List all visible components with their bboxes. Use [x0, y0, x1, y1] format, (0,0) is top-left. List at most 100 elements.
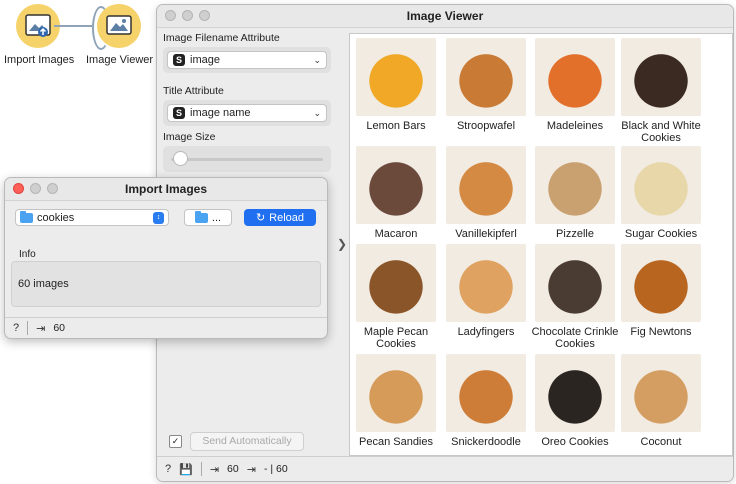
image-thumbnail	[446, 146, 526, 224]
browse-label: ...	[211, 211, 222, 224]
image-caption: Macaron	[374, 228, 418, 240]
image-caption: Stroopwafel	[456, 120, 516, 132]
title-attr-group: Title Attribute S image name ⌄	[163, 85, 331, 126]
slider-track	[171, 158, 323, 161]
image-tile[interactable]: Chocolate Crinkle Cookies	[531, 244, 619, 350]
viewer-titlebar[interactable]: Image Viewer	[157, 5, 733, 28]
filename-attr-label: Image Filename Attribute	[163, 32, 280, 44]
image-viewer-icon	[97, 4, 141, 48]
image-caption: Madeleines	[546, 120, 604, 132]
reload-icon: ↻	[255, 212, 266, 224]
import-titlebar[interactable]: Import Images	[5, 178, 327, 201]
image-caption: Coconut	[640, 436, 682, 448]
zoom-window-button[interactable]	[47, 183, 58, 194]
image-thumbnail	[535, 244, 615, 322]
image-caption: Chocolate Crinkle Cookies	[531, 326, 619, 350]
minimize-window-button[interactable]	[182, 10, 193, 21]
image-grid[interactable]: Lemon Bars Stroopwafel Madeleines Black and…	[349, 33, 733, 456]
image-caption: Fig Newtons	[630, 326, 692, 338]
title-attr-combo[interactable]: S image name ⌄	[167, 104, 327, 122]
browse-button[interactable]: ...	[184, 209, 232, 226]
image-thumbnail	[535, 354, 615, 432]
collapse-arrow-icon[interactable]: ❯	[337, 237, 347, 251]
import-status-count: 60	[53, 322, 66, 334]
import-images-window: Import Images cookies ↕ ... ↻ Reload Inf…	[4, 177, 328, 339]
image-caption: Vanillekipferl	[455, 228, 517, 240]
help-icon[interactable]: ?	[13, 322, 19, 334]
image-size-slider[interactable]	[163, 146, 331, 172]
image-caption: Pecan Sandies	[359, 436, 433, 448]
image-caption: Sugar Cookies	[624, 228, 698, 240]
folder-value: cookies	[37, 211, 75, 224]
updown-chevron-icon: ↕	[153, 211, 164, 224]
image-size-label: Image Size	[163, 131, 216, 143]
image-thumbnail	[356, 38, 436, 116]
image-viewer-node[interactable]: Image Viewer	[86, 4, 154, 66]
image-tile[interactable]: Coconut	[617, 354, 705, 448]
image-tile[interactable]: Oreo Cookies	[531, 354, 619, 448]
info-label: Info	[19, 249, 36, 260]
viewer-title: Image Viewer	[406, 9, 484, 23]
image-tile[interactable]: Maple Pecan Cookies	[352, 244, 440, 350]
image-thumbnail	[621, 354, 701, 432]
image-tile[interactable]: Vanillekipferl	[442, 146, 530, 240]
image-caption: Oreo Cookies	[541, 436, 609, 448]
folder-combo[interactable]: cookies ↕	[15, 209, 169, 226]
filename-attr-combo[interactable]: S image ⌄	[167, 51, 327, 69]
viewer-input-count: 60	[227, 463, 239, 475]
image-caption: Lemon Bars	[366, 120, 426, 132]
viewer-statusbar: ? 💾 ⇥ 60 ⇥ - | 60	[157, 456, 733, 481]
image-thumbnail	[356, 244, 436, 322]
image-viewer-node-label: Image Viewer	[86, 54, 154, 66]
info-box: 60 images	[11, 261, 321, 307]
minimize-window-button[interactable]	[30, 183, 41, 194]
filename-attr-value: image	[190, 54, 220, 66]
zoom-window-button[interactable]	[199, 10, 210, 21]
image-tile[interactable]: Pecan Sandies	[352, 354, 440, 448]
image-thumbnail	[621, 38, 701, 116]
chevron-down-icon: ⌄	[313, 107, 321, 118]
info-text: 60 images	[18, 278, 69, 290]
image-thumbnail	[446, 38, 526, 116]
image-tile[interactable]: Black and White Cookies	[617, 38, 705, 144]
output-icon: ⇥	[246, 463, 256, 476]
string-variable-icon: S	[173, 107, 185, 119]
send-automatically-button[interactable]: Send Automatically	[190, 432, 304, 451]
image-caption: Ladyfingers	[457, 326, 515, 338]
folder-icon	[20, 210, 33, 223]
image-caption: Maple Pecan Cookies	[363, 326, 429, 350]
image-thumbnail	[356, 146, 436, 224]
image-tile[interactable]: Macaron	[352, 146, 440, 240]
image-tile[interactable]: Ladyfingers	[442, 244, 530, 338]
slider-knob[interactable]	[173, 151, 188, 166]
image-tile[interactable]: Pizzelle	[531, 146, 619, 240]
image-tile[interactable]: Sugar Cookies	[617, 146, 705, 240]
image-thumbnail	[535, 38, 615, 116]
image-thumbnail	[621, 146, 701, 224]
send-automatically-checkbox[interactable]: ✓	[169, 435, 182, 448]
image-tile[interactable]: Lemon Bars	[352, 38, 440, 132]
input-icon: ⇥	[209, 463, 220, 476]
output-icon: ⇥	[36, 322, 46, 335]
reload-label: Reload	[269, 211, 305, 224]
image-tile[interactable]: Madeleines	[531, 38, 619, 132]
import-images-node-label: Import Images	[4, 54, 75, 66]
close-window-button[interactable]	[13, 183, 24, 194]
image-thumbnail	[446, 244, 526, 322]
save-icon[interactable]: 💾	[179, 463, 193, 476]
image-tile[interactable]: Stroopwafel	[442, 38, 530, 132]
import-statusbar: ? ⇥ 60	[5, 317, 327, 338]
import-images-node[interactable]: Import Images	[4, 4, 75, 66]
title-attr-label: Title Attribute	[163, 85, 224, 97]
image-thumbnail	[535, 146, 615, 224]
image-tile[interactable]: Fig Newtons	[617, 244, 705, 338]
folder-icon	[194, 210, 208, 223]
image-thumbnail	[356, 354, 436, 432]
image-thumbnail	[621, 244, 701, 322]
reload-button[interactable]: ↻ Reload	[244, 209, 316, 226]
close-window-button[interactable]	[165, 10, 176, 21]
image-tile[interactable]: Snickerdoodle	[442, 354, 530, 448]
viewer-output-count: - | 60	[263, 463, 288, 475]
help-icon[interactable]: ?	[165, 463, 171, 475]
image-size-group: Image Size	[163, 131, 331, 172]
